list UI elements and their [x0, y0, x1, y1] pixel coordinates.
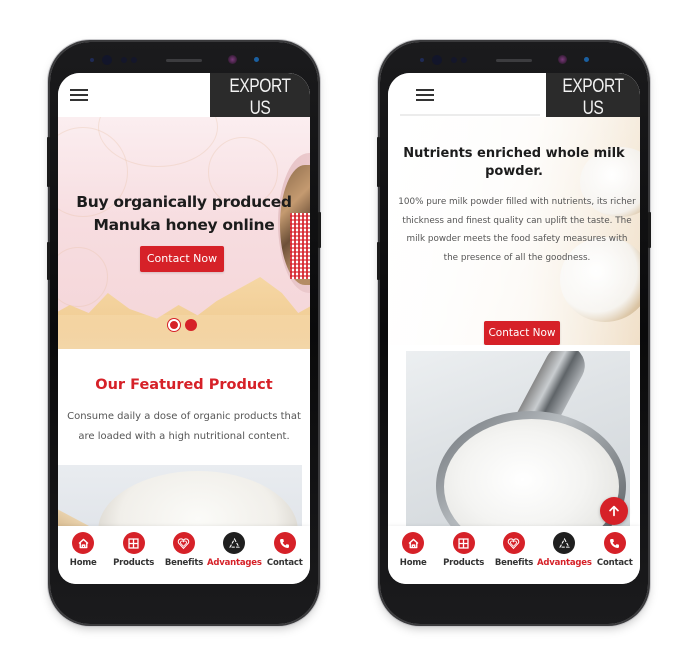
brand-logo[interactable]: EXPORT US NEW ZEALAND LIMITED: [210, 73, 310, 130]
hero-banner: Buy organically produced Manuka honey on…: [58, 117, 310, 349]
phone-icon: [603, 532, 626, 554]
sensor-dot: [121, 57, 127, 63]
iris-sensor: [432, 55, 442, 65]
sensor-dot: [254, 57, 259, 62]
nav-label: Products: [113, 558, 155, 568]
iris-sensor: [102, 55, 112, 65]
hero-title: Buy organically produced Manuka honey on…: [76, 193, 292, 234]
grid-icon: [452, 532, 475, 554]
nav-label: Advantages: [537, 558, 592, 568]
volume-button: [47, 137, 50, 187]
nav-label: Benefits: [164, 558, 204, 568]
phone-icon: [273, 532, 296, 554]
nav-item-advantages[interactable]: Advantages: [207, 532, 262, 568]
heart-icon: [172, 532, 195, 554]
hero-title: Nutrients enriched whole milk powder.: [403, 146, 625, 179]
power-button: [318, 212, 321, 248]
bottom-navigation: Home Products Benefits Advantages Contac…: [388, 526, 640, 584]
nav-item-contact[interactable]: Contact: [590, 532, 640, 568]
hamburger-menu-icon[interactable]: [70, 89, 88, 101]
arrow-up-icon: [609, 505, 619, 517]
milk-powder-spoon-image: [406, 351, 630, 539]
front-camera: [558, 55, 567, 64]
nav-item-advantages[interactable]: Advantages: [537, 532, 592, 568]
featured-product-title: Our Featured Product: [95, 377, 273, 393]
sensor-dot: [451, 57, 457, 63]
logo-title: EXPORT US: [562, 76, 624, 119]
nav-label: Benefits: [494, 558, 534, 568]
sensor-dot: [131, 57, 137, 63]
sensor-dot: [420, 58, 424, 62]
phone-screen: EXPORT US NEW ZEALAND LIMITED Nutrients …: [388, 73, 640, 584]
nav-label: Contact: [266, 558, 303, 568]
contact-now-button[interactable]: Contact Now: [140, 246, 224, 272]
brand-logo[interactable]: EXPORT US NEW ZEALAND LIMITED: [546, 73, 640, 141]
contact-now-button[interactable]: Contact Now: [484, 321, 560, 345]
carousel-dot[interactable]: [185, 319, 197, 331]
phone-mockup-right: EXPORT US NEW ZEALAND LIMITED Nutrients …: [377, 42, 651, 624]
header: EXPORT US NEW ZEALAND LIMITED: [58, 73, 310, 130]
recycle-icon: [223, 532, 246, 554]
volume-button: [377, 137, 380, 187]
featured-product-text: Consume daily a dose of organic products…: [67, 411, 301, 442]
sensor-dot: [90, 58, 94, 62]
carousel-pagination: [168, 319, 208, 333]
nav-label: Advantages: [207, 558, 262, 568]
header-divider: [400, 114, 540, 116]
hamburger-menu-icon[interactable]: [416, 89, 434, 101]
heart-icon: [502, 532, 525, 554]
home-icon: [402, 532, 425, 554]
sensor-dot: [584, 57, 589, 62]
nav-label: Contact: [596, 558, 633, 568]
front-camera: [228, 55, 237, 64]
header: EXPORT US NEW ZEALAND LIMITED: [388, 73, 640, 141]
nav-item-benefits[interactable]: Benefits: [489, 532, 539, 568]
bottom-navigation: Home Products Benefits Advantages Contac…: [58, 526, 310, 584]
home-icon: [72, 532, 95, 554]
sensor-bar: [50, 54, 318, 68]
carousel-dot-active[interactable]: [168, 319, 180, 331]
bixby-button: [47, 242, 50, 280]
sensor-dot: [461, 57, 467, 63]
phone-screen: EXPORT US NEW ZEALAND LIMITED Buy organi…: [58, 73, 310, 584]
earpiece-speaker: [166, 59, 202, 62]
nav-label: Products: [443, 558, 485, 568]
nav-item-home[interactable]: Home: [58, 532, 108, 568]
nav-item-benefits[interactable]: Benefits: [159, 532, 209, 568]
nav-label: Home: [69, 558, 97, 568]
logo-title: EXPORT US: [229, 76, 291, 119]
phone-mockup-left: EXPORT US NEW ZEALAND LIMITED Buy organi…: [47, 42, 321, 624]
sensor-bar: [380, 54, 648, 68]
recycle-icon: [553, 532, 576, 554]
power-button: [648, 212, 651, 248]
hero-description: 100% pure milk powder filled with nutrie…: [398, 197, 636, 263]
bixby-button: [377, 242, 380, 280]
leaf-pattern: [58, 247, 108, 307]
nav-item-contact[interactable]: Contact: [260, 532, 310, 568]
scroll-to-top-button[interactable]: [600, 497, 628, 525]
nav-item-products[interactable]: Products: [439, 532, 489, 568]
grid-icon: [122, 532, 145, 554]
earpiece-speaker: [496, 59, 532, 62]
nav-item-home[interactable]: Home: [388, 532, 438, 568]
hero-banner: Nutrients enriched whole milk powder. 10…: [388, 117, 640, 345]
nav-item-products[interactable]: Products: [109, 532, 159, 568]
nav-label: Home: [399, 558, 427, 568]
